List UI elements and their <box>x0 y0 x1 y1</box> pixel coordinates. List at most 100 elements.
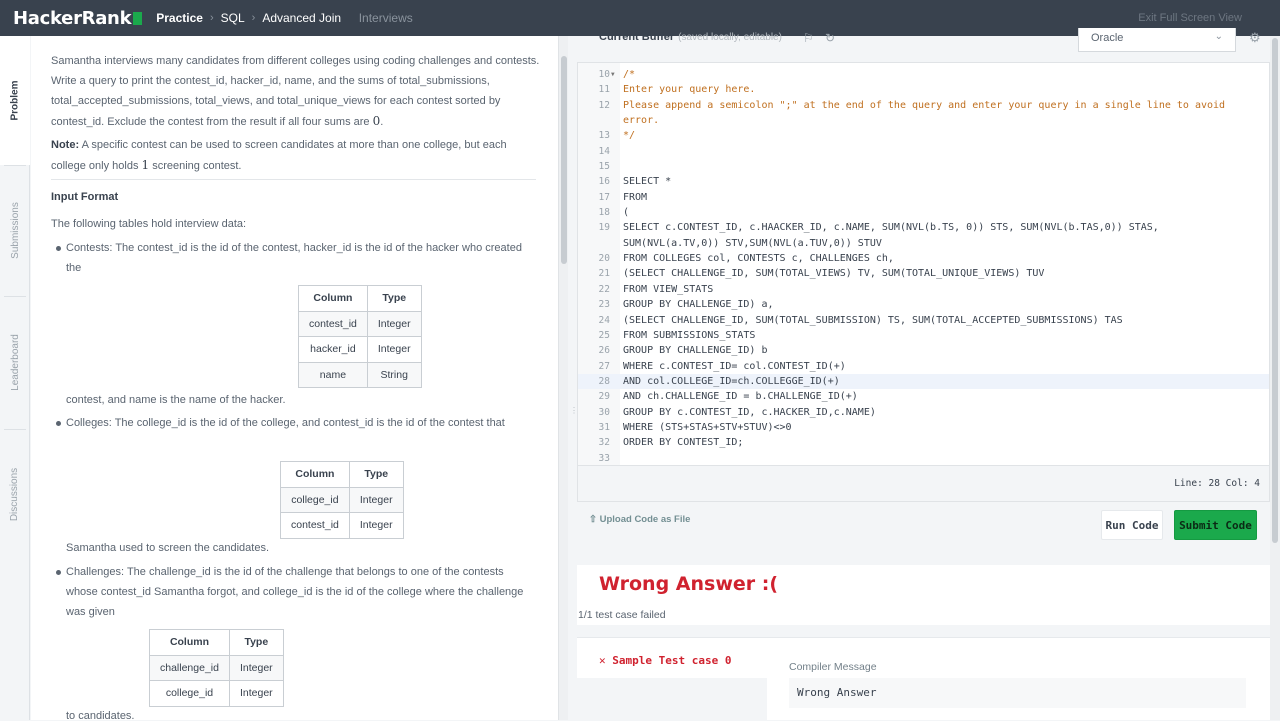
problem-note: Note: A specific contest can be used to … <box>51 135 541 176</box>
code-line[interactable]: 33 <box>578 451 1270 466</box>
breadcrumb-advanced-join[interactable]: Advanced Join <box>262 11 341 25</box>
table-row: name String <box>298 361 422 388</box>
code-line[interactable]: 29 AND ch.CHALLENGE_ID = b.CHALLENGE_ID(+… <box>578 389 1270 404</box>
code-editor[interactable]: 10 ▼ /* 11 Enter your query here. 12 Please ap… <box>577 62 1271 502</box>
code-line[interactable]: error. <box>578 113 1270 128</box>
fail-x-icon: ✕ <box>599 654 606 667</box>
code-line[interactable]: 10 ▼ /* <box>578 67 1270 82</box>
header-column: Column <box>280 461 350 488</box>
submit-code-button[interactable]: Submit Code <box>1174 510 1257 540</box>
code-text: FROM COLLEGES col, CONTESTS c, CHALLENGE… <box>623 253 894 265</box>
code-line[interactable]: 31 WHERE (STS+STAS+STV+STUV)<>0 <box>578 420 1270 435</box>
challenges-table: Column Type challenge_id Integer college_i… <box>149 629 284 707</box>
line-number: 12 <box>598 99 610 111</box>
code-line[interactable]: 30 GROUP BY c.CONTEST_ID, c.HACKER_ID,c.N… <box>578 405 1270 420</box>
bullet-dot <box>56 570 61 575</box>
gear-icon[interactable]: ⚙ <box>1249 30 1261 46</box>
breadcrumb: Practice › SQL › Advanced Join › Intervi… <box>156 11 413 25</box>
code-line[interactable]: 23 GROUP BY CHALLENGE_ID) a, <box>578 297 1270 312</box>
tab-submissions[interactable]: Submissions <box>0 165 30 295</box>
code-lines[interactable]: 10 ▼ /* 11 Enter your query here. 12 Please ap… <box>578 67 1270 466</box>
code-line[interactable]: 13 */ <box>578 128 1270 143</box>
code-line[interactable]: 17 FROM <box>578 190 1270 205</box>
testcase-list <box>577 678 767 721</box>
code-line[interactable]: 19 SELECT c.CONTEST_ID, c.HAACKER_ID, c.N… <box>578 220 1270 235</box>
table-row: contest_id Integer <box>298 310 422 337</box>
hackerrank-logo[interactable]: HackerRank <box>13 8 143 29</box>
tab-submissions-label: Submissions <box>9 201 21 259</box>
line-number: 26 <box>598 345 610 357</box>
table-cell: hacker_id <box>298 336 368 363</box>
code-line[interactable]: 26 GROUP BY CHALLENGE_ID) b <box>578 343 1270 358</box>
panel-resizer[interactable]: ⋮ <box>568 36 578 720</box>
table-row: challenge_id Integer <box>149 654 284 681</box>
code-text: Enter your query here. <box>623 84 756 96</box>
compiler-message-label: Compiler Message <box>789 661 877 673</box>
chevron-right-icon: › <box>209 12 214 24</box>
scrollbar-thumb[interactable] <box>561 56 567 264</box>
table-cell: contest_id <box>280 512 350 539</box>
code-line[interactable]: 24 (SELECT CHALLENGE_ID, SUM(TOTAL_SUBMIS… <box>578 313 1270 328</box>
tables-intro: The following tables hold interview data… <box>51 218 247 230</box>
line-number: 18 <box>598 207 610 219</box>
result-banner: Wrong Answer :( <box>577 565 1270 625</box>
code-text: WHERE c.CONTEST_ID= col.CONTEST_ID(+) <box>623 360 846 372</box>
colleges-tail: Samantha used to screen the candidates. <box>66 542 270 554</box>
code-line[interactable]: 20 FROM COLLEGES col, CONTESTS c, CHALLEN… <box>578 251 1270 266</box>
code-line[interactable]: 25 FROM SUBMISSIONS_STATS <box>578 328 1270 343</box>
zero-value: 0 <box>372 114 381 128</box>
problem-scrollbar[interactable] <box>558 36 568 720</box>
upload-icon: ⇧ <box>589 514 597 525</box>
table-cell: contest_id <box>298 310 368 337</box>
vertical-tabs: Problem Submissions Leaderboard Discussi… <box>0 36 30 720</box>
line-number: 29 <box>598 391 610 403</box>
buffer-subtitle: (saved locally, editable) <box>678 32 782 43</box>
table-cell: college_id <box>149 680 230 707</box>
code-text: WHERE (STS+STAS+STV+STUV)<>0 <box>623 421 792 433</box>
flag-icon[interactable]: ⚐ <box>803 31 814 45</box>
breadcrumb-sql[interactable]: SQL <box>221 11 245 25</box>
code-line[interactable]: 22 FROM VIEW_STATS <box>578 282 1270 297</box>
line-number: 28 <box>598 375 610 387</box>
code-line[interactable]: 14 <box>578 144 1270 159</box>
scrollbar-thumb[interactable] <box>1272 38 1278 543</box>
exit-fullscreen-link[interactable]: Exit Full Screen View <box>1138 12 1242 24</box>
tab-problem[interactable]: Problem <box>0 36 30 165</box>
fold-arrow-icon[interactable]: ▼ <box>611 67 615 82</box>
challenges-description: Challenges: The challenge_id is the id o… <box>66 566 524 618</box>
code-line[interactable]: 27 WHERE c.CONTEST_ID= col.CONTEST_ID(+) <box>578 359 1270 374</box>
table-cell: college_id <box>280 486 350 513</box>
code-line[interactable]: 21 (SELECT CHALLENGE_ID, SUM(TOTAL_VIEWS)… <box>578 266 1270 281</box>
colleges-table: Column Type college_id Integer contest_id I… <box>280 461 404 539</box>
line-number: 17 <box>598 191 610 203</box>
language-select[interactable]: Oracle ⌄ <box>1078 28 1236 52</box>
code-line[interactable]: 28 AND col.COLLEGE_ID=ch.COLLEGGE_ID(+) <box>578 373 1270 390</box>
code-line[interactable]: 12 Please append a semicolon ";" at the e… <box>578 98 1270 113</box>
tab-discussions[interactable]: Discussions <box>0 429 30 559</box>
one-value: 1 <box>141 158 150 172</box>
page-scrollbar[interactable] <box>1270 36 1280 720</box>
code-line[interactable]: 18 ( <box>578 205 1270 220</box>
history-icon[interactable]: ↻ <box>825 31 835 45</box>
compiler-message: Wrong Answer <box>789 678 1246 708</box>
testcase-tab[interactable]: ✕ Sample Test case 0 <box>599 654 731 667</box>
code-line[interactable]: 16 SELECT * <box>578 174 1270 189</box>
colleges-description: Colleges: The college_id is the id of th… <box>66 417 505 429</box>
header-column: Column <box>149 629 230 656</box>
line-number: 10 <box>598 69 610 80</box>
code-text: GROUP BY CHALLENGE_ID) b <box>623 345 768 357</box>
upload-code-button[interactable]: ⇧ Upload Code as File <box>589 514 690 525</box>
code-line[interactable]: 11 Enter your query here. <box>578 82 1270 97</box>
code-text: SELECT c.CONTEST_ID, c.HAACKER_ID, c.NAM… <box>623 222 1159 234</box>
run-code-button[interactable]: Run Code <box>1101 510 1163 540</box>
code-line[interactable]: 32 ORDER BY CONTEST_ID; <box>578 435 1270 450</box>
tab-leaderboard[interactable]: Leaderboard <box>0 296 30 429</box>
line-number: 19 <box>598 222 610 234</box>
code-line[interactable]: SUM(NVL(a.TV,0)) STV,SUM(NVL(a.TUV,0)) S… <box>578 236 1270 251</box>
note-text: A specific contest can be used to screen… <box>51 139 507 172</box>
breadcrumb-practice[interactable]: Practice <box>156 11 203 25</box>
upload-label: Upload Code as File <box>599 514 691 525</box>
code-text: ORDER BY CONTEST_ID; <box>623 437 744 449</box>
line-number: 32 <box>598 437 610 449</box>
code-line[interactable]: 15 <box>578 159 1270 174</box>
